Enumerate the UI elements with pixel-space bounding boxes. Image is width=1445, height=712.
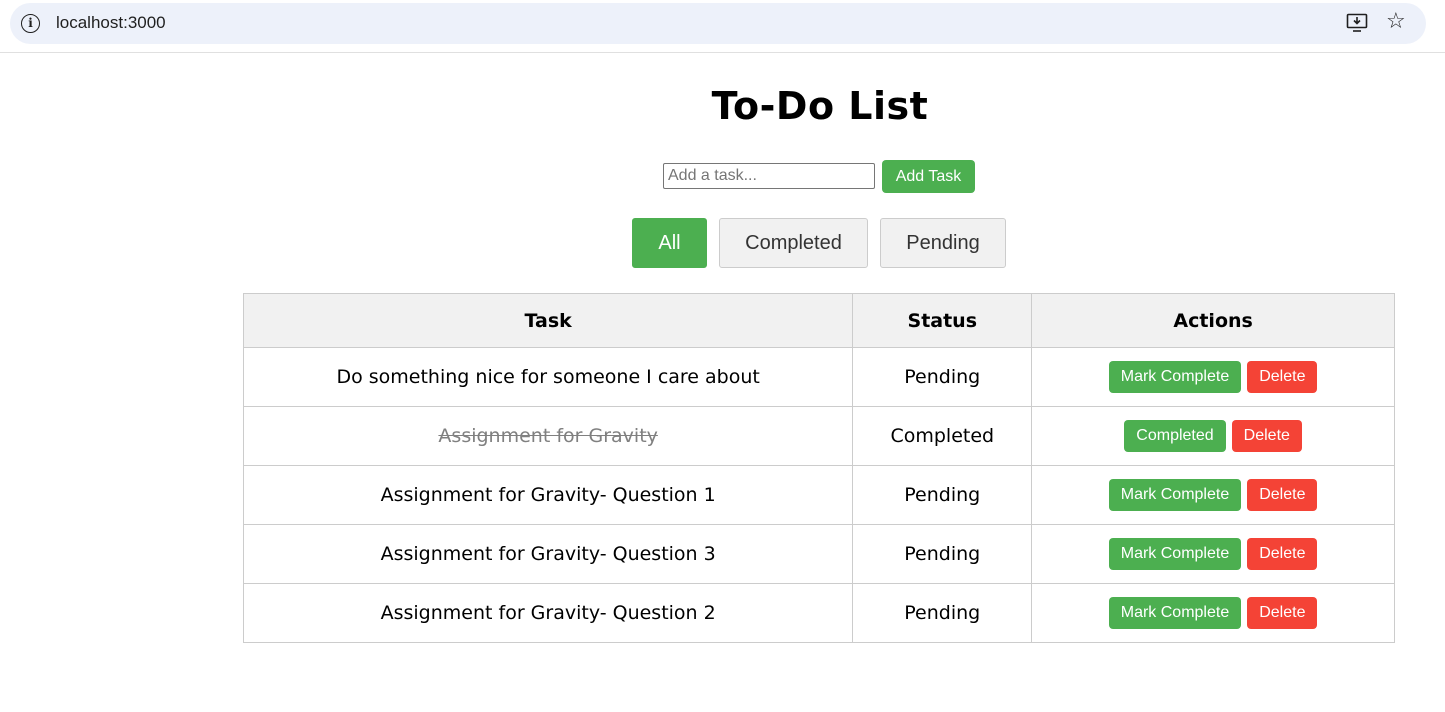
- status-cell: Pending: [852, 465, 1033, 525]
- delete-button[interactable]: Delete: [1247, 361, 1318, 393]
- task-text: Do something nice for someone I care abo…: [336, 366, 760, 388]
- task-cell: Assignment for Gravity- Question 1: [242, 465, 854, 525]
- task-cell: Do something nice for someone I care abo…: [242, 347, 854, 407]
- info-icon[interactable]: i: [21, 14, 40, 33]
- mark-complete-button[interactable]: Mark Complete: [1108, 538, 1242, 570]
- filter-all-button[interactable]: All: [632, 218, 707, 268]
- mark-complete-button[interactable]: Mark Complete: [1108, 361, 1242, 393]
- mark-complete-button[interactable]: Mark Complete: [1108, 597, 1242, 629]
- header-status: Status: [852, 293, 1033, 348]
- task-cell: Assignment for Gravity- Question 2: [242, 583, 854, 643]
- actions-cell: Mark Complete Delete: [1031, 347, 1395, 407]
- filter-completed-button[interactable]: Completed: [719, 218, 868, 268]
- delete-button[interactable]: Delete: [1231, 420, 1302, 452]
- actions-cell: Completed Delete: [1031, 406, 1395, 466]
- browser-toolbar: i localhost:3000 ☆: [0, 0, 1445, 53]
- task-text: Assignment for Gravity- Question 2: [380, 602, 716, 624]
- table-row: Assignment for Gravity Completed Complet…: [242, 406, 1395, 466]
- completed-button[interactable]: Completed: [1124, 420, 1226, 452]
- star-icon[interactable]: ☆: [1386, 10, 1406, 34]
- delete-button[interactable]: Delete: [1247, 538, 1318, 570]
- actions-cell: Mark Complete Delete: [1031, 583, 1395, 643]
- task-text: Assignment for Gravity- Question 1: [380, 484, 716, 506]
- table-row: Assignment for Gravity- Question 2 Pendi…: [242, 583, 1395, 643]
- task-cell: Assignment for Gravity- Question 3: [242, 524, 854, 584]
- task-cell: Assignment for Gravity: [242, 406, 854, 466]
- delete-button[interactable]: Delete: [1247, 597, 1318, 629]
- table-row: Do something nice for someone I care abo…: [242, 347, 1395, 407]
- url-text[interactable]: localhost:3000: [56, 13, 166, 33]
- status-cell: Pending: [852, 347, 1033, 407]
- status-cell: Completed: [852, 406, 1033, 466]
- mark-complete-button[interactable]: Mark Complete: [1108, 479, 1242, 511]
- table-row: Assignment for Gravity- Question 3 Pendi…: [242, 524, 1395, 584]
- task-text: Assignment for Gravity- Question 3: [380, 543, 716, 565]
- table-row: Assignment for Gravity- Question 1 Pendi…: [242, 465, 1395, 525]
- status-cell: Pending: [852, 524, 1033, 584]
- address-bar[interactable]: i localhost:3000 ☆: [10, 3, 1426, 44]
- task-input[interactable]: [663, 163, 875, 189]
- status-cell: Pending: [852, 583, 1033, 643]
- header-task: Task: [242, 293, 854, 348]
- filter-pending-button[interactable]: Pending: [880, 218, 1006, 268]
- page-title: To-Do List: [711, 84, 929, 128]
- actions-cell: Mark Complete Delete: [1031, 524, 1395, 584]
- task-text-completed: Assignment for Gravity: [438, 425, 658, 447]
- add-task-button[interactable]: Add Task: [882, 160, 975, 193]
- header-actions: Actions: [1031, 293, 1395, 348]
- tasks-table: Task Status Actions Do something nice fo…: [242, 293, 1395, 643]
- install-app-icon[interactable]: [1346, 13, 1368, 33]
- table-header-row: Task Status Actions: [242, 293, 1395, 348]
- actions-cell: Mark Complete Delete: [1031, 465, 1395, 525]
- delete-button[interactable]: Delete: [1247, 479, 1318, 511]
